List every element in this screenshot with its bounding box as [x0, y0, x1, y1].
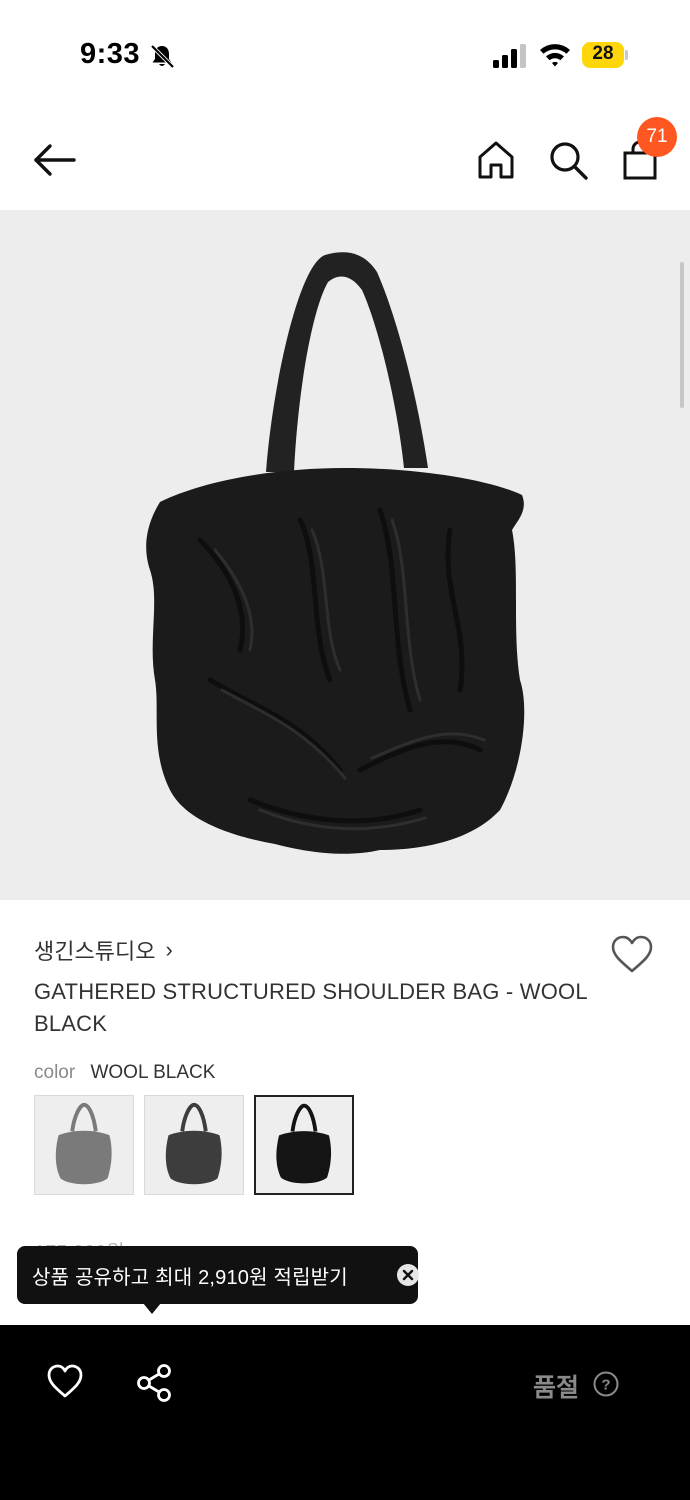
share-icon[interactable] [135, 1363, 173, 1403]
wishlist-heart-icon[interactable] [46, 1363, 84, 1399]
color-swatch-black[interactable] [254, 1095, 354, 1195]
bag-thumbnail-black [276, 1103, 332, 1184]
color-value: WOOL BLACK [90, 1062, 216, 1083]
heart-icon[interactable] [610, 934, 654, 974]
tooltip-text: 상품 공유하고 최대 2,910원 적립받기 [32, 1266, 348, 1289]
top-nav [0, 110, 690, 210]
home-icon[interactable] [474, 138, 518, 182]
cart-count-badge: 71 [637, 117, 677, 157]
sold-out-label: 품절 [533, 1374, 580, 1402]
color-label: color [34, 1062, 76, 1083]
help-icon[interactable]: ? [593, 1371, 619, 1397]
share-reward-tooltip: 상품 공유하고 최대 2,910원 적립받기 [17, 1246, 419, 1304]
brand-name: 생긴스튜디오 [34, 939, 156, 964]
color-swatch-charcoal[interactable] [144, 1095, 244, 1195]
bag-thumbnail-gray [55, 1102, 112, 1185]
product-title: GATHERED STRUCTURED SHOULDER BAG - WOOL … [34, 979, 587, 1036]
status-bar: 9:33 28 [0, 0, 690, 110]
signal-icon [493, 44, 526, 68]
product-image[interactable] [0, 210, 690, 900]
bottom-action-bar [0, 1325, 690, 1500]
brand-link[interactable]: 생긴스튜디오 › [34, 934, 173, 966]
color-selector-label: color WOOL BLACK [34, 1062, 215, 1084]
battery-icon: 28 [582, 42, 628, 68]
search-icon[interactable] [546, 138, 590, 182]
bag-thumbnail-charcoal [165, 1102, 222, 1185]
battery-level: 28 [592, 43, 614, 64]
wifi-icon [540, 44, 570, 67]
tooltip-arrow [143, 1303, 161, 1314]
bell-slash-icon [150, 44, 175, 69]
help-symbol: ? [601, 1377, 610, 1394]
status-time: 9:33 [80, 38, 141, 70]
shoulder-bag-photo [146, 252, 525, 854]
close-icon[interactable] [397, 1264, 419, 1286]
image-scroll-indicator [680, 262, 684, 408]
chevron-right-icon: › [165, 937, 173, 962]
color-swatch-gray[interactable] [34, 1095, 134, 1195]
back-arrow-icon[interactable] [30, 136, 78, 184]
